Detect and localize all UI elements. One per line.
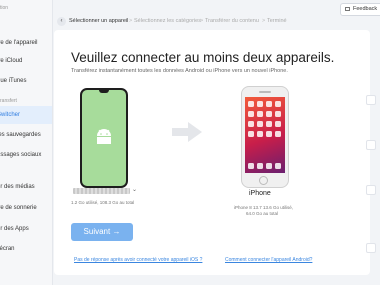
app-icon [266,163,272,169]
sidebar-item-label: l'écran [0,246,15,252]
envelope-icon [345,7,350,11]
app-icon [257,121,263,127]
sidebar-item-label: essages sociaux [0,152,42,158]
sidebar-item-social-messages[interactable]: essages sociaux [0,146,52,164]
sidebar-item-screen-mirror[interactable]: l'écran [0,240,52,258]
ios-help-link[interactable]: Pas de réponse après avoir connecté votr… [74,257,202,263]
breadcrumb-step-done: Terminé [267,18,287,24]
sidebar-item-label: les sauvegardes [0,132,41,138]
breadcrumb-step-select-device: Sélectionner un appareil [69,18,129,24]
side-control[interactable] [366,243,376,253]
side-control[interactable] [366,95,376,105]
sidebar: tion ire de l'appareil ire iCloud que iT… [0,0,53,285]
side-control[interactable] [366,185,376,195]
sidebar-item-device-manager[interactable]: ire de l'appareil [0,34,52,52]
app-icon [275,111,281,117]
app-icon [257,101,263,107]
target-device-version: iPhone 8 13.7 13.6 Go utilisé, [234,205,294,210]
chevron-down-icon[interactable]: ⌄ [132,186,137,193]
sidebar-item-app-downloader[interactable]: er des Apps [0,220,52,238]
phone-home-button [259,176,268,185]
app-icon [266,101,272,107]
sidebar-item-label: que iTunes [0,78,27,84]
main-card: Veuillez connecter au moins deux apparei… [54,30,370,275]
back-button[interactable]: ‹ [57,17,66,26]
target-device-name: iPhone [249,190,271,197]
source-device-android [80,88,128,188]
sidebar-section-transfer: ransfert [0,98,17,104]
breadcrumb-separator: > [129,18,133,24]
app-icon [248,163,254,169]
side-control[interactable] [366,140,376,150]
android-icon [97,129,111,144]
source-device-storage: 1.2 Go utilisé, 108.3 Go au total [71,200,135,205]
breadcrumb-separator: > [200,18,204,24]
phone-notch [99,90,109,93]
phone-speaker [259,91,271,93]
app-icon [275,121,281,127]
app-icon [257,111,263,117]
sidebar-section-label: tion [0,5,9,11]
sidebar-item-phone-switcher[interactable]: Switcher [0,106,52,124]
chevron-left-icon: ‹ [60,18,63,24]
sidebar-item-media-downloader[interactable]: er des médias [0,178,52,196]
target-device-iphone [241,86,289,188]
arrow-right-icon [172,122,202,142]
sidebar-item-itunes-library[interactable]: que iTunes [0,72,52,90]
sidebar-item-label: ire iCloud [0,58,23,64]
target-device-storage: 64.0 Go au total [246,211,279,216]
app-icon [248,111,254,117]
breadcrumb-step-select-categories: Sélectionnez les catégories [134,18,201,24]
sidebar-item-label: er des Apps [0,226,29,232]
sidebar-item-icloud-manager[interactable]: ire iCloud [0,52,52,70]
page-title: Veuillez connecter au moins deux apparei… [71,50,335,65]
app-icon [248,101,254,107]
app-icon [275,131,281,137]
next-button[interactable]: Suivant → [71,223,133,241]
android-help-link[interactable]: Comment connecter l'appareil Android? [225,257,312,263]
app-icon [248,121,254,127]
app-icon [266,131,272,137]
sidebar-item-label: ire de l'appareil [0,40,38,46]
app-icon [257,163,263,169]
breadcrumb-separator: > [262,18,266,24]
sidebar-item-label: er des médias [0,184,35,190]
feedback-button[interactable]: Feedback [340,3,380,16]
sidebar-item-label: Switcher [0,112,21,118]
app-icon [266,121,272,127]
feedback-label: Feedback [353,6,378,12]
source-device-name-blurred [73,188,130,194]
phone-screen [245,97,285,173]
app-icon [275,101,281,107]
app-icon [248,131,254,137]
sidebar-item-ringtone-maker[interactable]: ire de sonnerie [0,199,52,217]
sidebar-item-backups[interactable]: les sauvegardes [0,126,52,144]
breadcrumb-step-transfer-content: Transférer du contenu [205,18,259,24]
app-icon [266,111,272,117]
app-icon [275,163,281,169]
page-subtitle: Transférez instantanément toutes les don… [71,68,288,74]
sidebar-item-label: ire de sonnerie [0,205,37,211]
app-icon [257,131,263,137]
